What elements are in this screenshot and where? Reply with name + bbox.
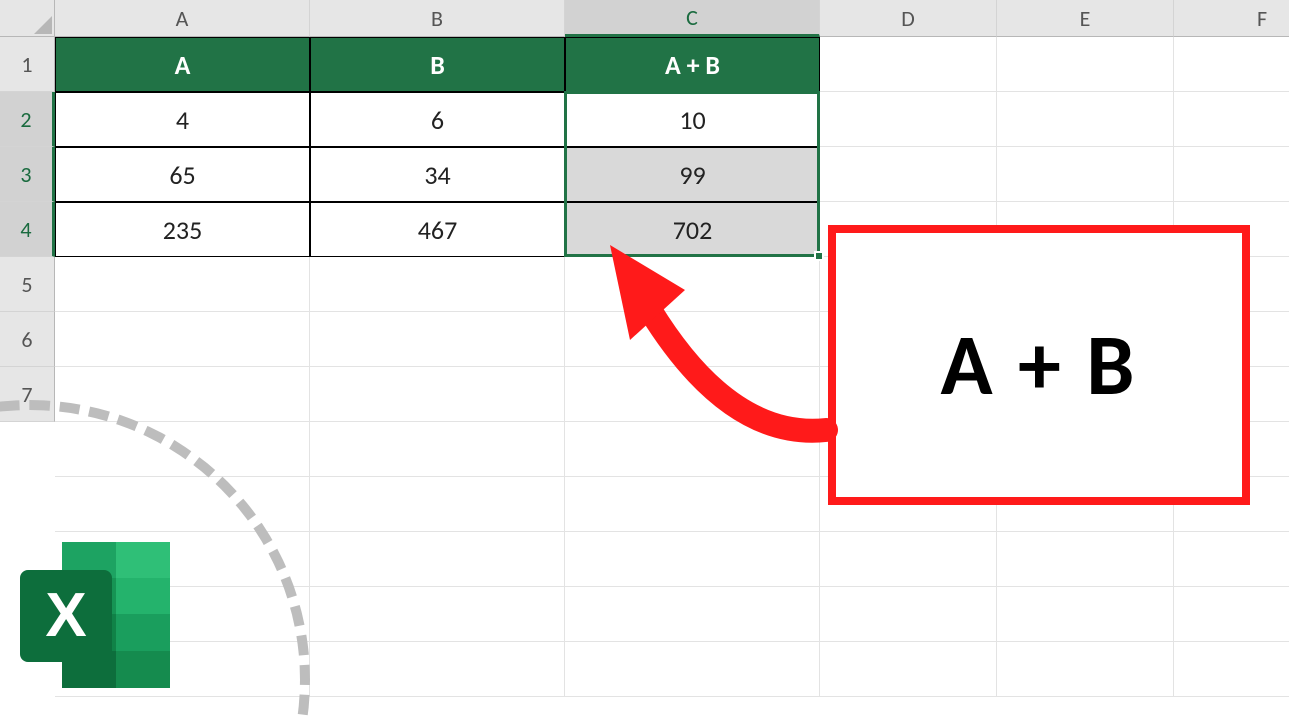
annotation-callout: A + B: [828, 225, 1250, 505]
cell-a3[interactable]: 65: [55, 147, 310, 202]
cell[interactable]: [1174, 92, 1289, 147]
spreadsheet: A B C D E F 1 2 3 4 5 6 7: [0, 0, 1289, 720]
cell[interactable]: [55, 312, 310, 367]
cell[interactable]: [997, 92, 1174, 147]
select-all-corner[interactable]: [0, 0, 55, 37]
cell[interactable]: [820, 37, 997, 92]
cell[interactable]: [310, 367, 565, 422]
header-label: A: [175, 49, 191, 81]
cell[interactable]: [997, 587, 1174, 642]
cell[interactable]: [1174, 642, 1289, 697]
cell[interactable]: [565, 422, 820, 477]
cell-c4[interactable]: 702: [565, 202, 820, 257]
cell[interactable]: [1174, 147, 1289, 202]
row-header-6[interactable]: 6: [0, 312, 55, 367]
cell-value: 65: [169, 159, 195, 191]
cell[interactable]: [997, 37, 1174, 92]
cell-value: 99: [679, 159, 705, 191]
col-label: D: [901, 5, 915, 32]
cell[interactable]: [565, 367, 820, 422]
cell[interactable]: [310, 642, 565, 697]
cell-value: 6: [431, 104, 444, 136]
cell[interactable]: [997, 642, 1174, 697]
row-header-1[interactable]: 1: [0, 37, 55, 92]
cell-value: 34: [424, 159, 450, 191]
col-label: F: [1257, 5, 1267, 32]
cell[interactable]: [565, 642, 820, 697]
row-header-5[interactable]: 5: [0, 257, 55, 312]
header-label: A + B: [665, 49, 720, 81]
col-label: C: [686, 4, 698, 31]
col-header-e[interactable]: E: [997, 0, 1174, 37]
cell[interactable]: [310, 422, 565, 477]
excel-logo-icon: X: [14, 530, 184, 700]
row-label: 5: [21, 271, 32, 298]
table-header-b[interactable]: B: [310, 37, 565, 92]
cell-c2[interactable]: 10: [565, 92, 820, 147]
cell[interactable]: [820, 587, 997, 642]
callout-text: A + B: [940, 313, 1137, 418]
row-header-4[interactable]: 4: [0, 202, 55, 257]
cell-c3[interactable]: 99: [565, 147, 820, 202]
cell-value: 702: [673, 214, 713, 246]
cell[interactable]: [310, 312, 565, 367]
row-label: 1: [21, 51, 32, 78]
cell-value: 10: [679, 104, 705, 136]
cell[interactable]: [820, 642, 997, 697]
cell[interactable]: [565, 477, 820, 532]
cell[interactable]: [55, 257, 310, 312]
col-label: E: [1080, 5, 1091, 32]
cell-b4[interactable]: 467: [310, 202, 565, 257]
header-label: B: [430, 49, 445, 81]
cell-value: 4: [176, 104, 189, 136]
row-label: 6: [21, 326, 32, 353]
cell-b3[interactable]: 34: [310, 147, 565, 202]
cell[interactable]: [565, 257, 820, 312]
row-label: 2: [20, 106, 31, 133]
col-header-b[interactable]: B: [310, 0, 565, 37]
col-header-a[interactable]: A: [55, 0, 310, 37]
cell[interactable]: [310, 477, 565, 532]
cell[interactable]: [310, 587, 565, 642]
cell[interactable]: [820, 92, 997, 147]
cell[interactable]: [820, 147, 997, 202]
col-header-d[interactable]: D: [820, 0, 997, 37]
select-all-triangle-icon: [34, 16, 52, 34]
cell[interactable]: [1174, 532, 1289, 587]
col-label: A: [176, 5, 189, 32]
row-header-2[interactable]: 2: [0, 92, 55, 147]
cell[interactable]: [565, 587, 820, 642]
cell-value: 467: [418, 214, 458, 246]
table-header-c[interactable]: A + B: [565, 37, 820, 92]
cell[interactable]: [310, 532, 565, 587]
cell-b2[interactable]: 6: [310, 92, 565, 147]
row-header-3[interactable]: 3: [0, 147, 55, 202]
cell[interactable]: [997, 532, 1174, 587]
col-header-f[interactable]: F: [1174, 0, 1289, 37]
cell[interactable]: [310, 257, 565, 312]
row-label: 3: [20, 161, 31, 188]
cell[interactable]: [1174, 587, 1289, 642]
cell-value: 235: [163, 214, 203, 246]
col-label: B: [431, 5, 443, 32]
cell-a2[interactable]: 4: [55, 92, 310, 147]
cell[interactable]: [997, 147, 1174, 202]
col-header-c[interactable]: C: [565, 0, 820, 37]
cell[interactable]: [565, 312, 820, 367]
row-label: 4: [20, 216, 31, 243]
table-header-a[interactable]: A: [55, 37, 310, 92]
cell[interactable]: [565, 532, 820, 587]
cell[interactable]: [1174, 37, 1289, 92]
svg-text:X: X: [45, 581, 86, 650]
cell[interactable]: [820, 532, 997, 587]
cell-a4[interactable]: 235: [55, 202, 310, 257]
